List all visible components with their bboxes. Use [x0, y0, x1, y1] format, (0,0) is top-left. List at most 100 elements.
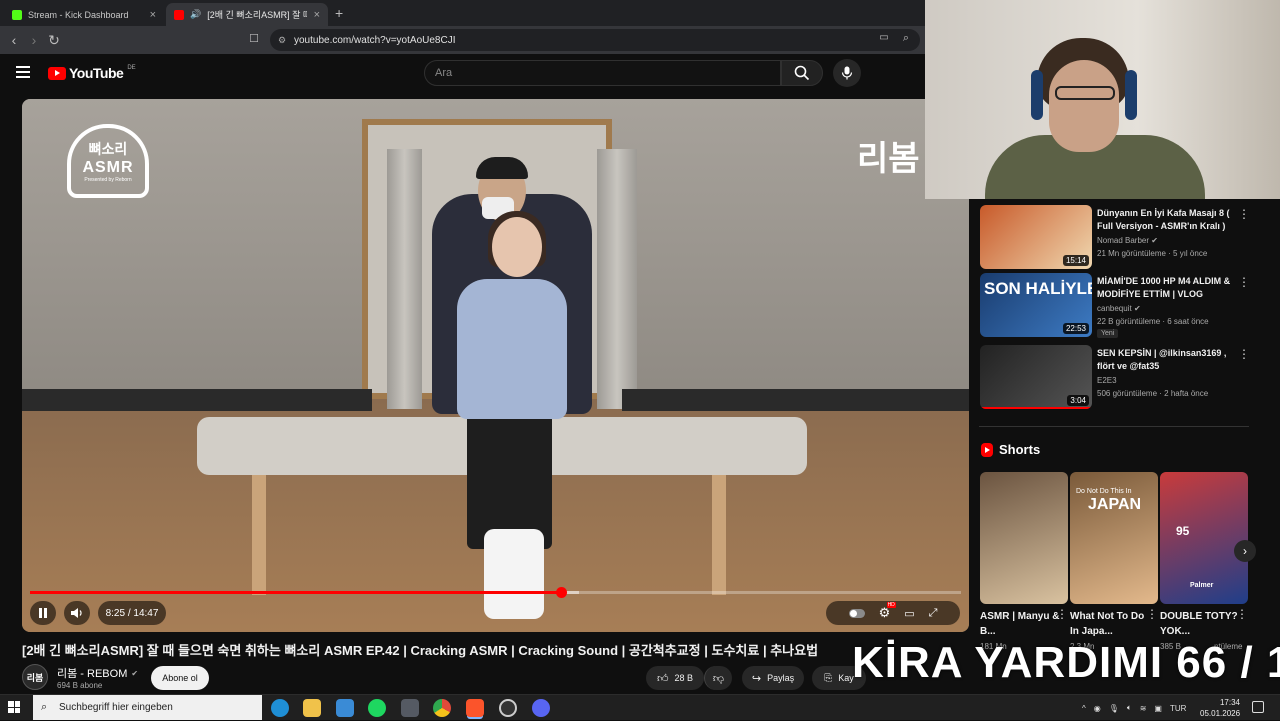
site-info-icon[interactable]: ⚙ [278, 35, 286, 46]
channel-avatar[interactable]: 리봄 [22, 664, 48, 690]
video-thumbnail[interactable]: 15:14 [980, 205, 1092, 269]
more-options-icon[interactable]: ⋮ [1238, 207, 1250, 221]
volume-icon[interactable]: 🔈︎ [1127, 703, 1132, 713]
address-bar[interactable]: ⚙ youtube.com/watch?v=yotAoUe8CJI [270, 29, 920, 51]
windows-taskbar: ⌕ Suchbegriff hier eingeben ^ ◉ 🎙︎ 🔈︎ ≋ … [0, 694, 1280, 720]
taskbar-search-input[interactable]: ⌕ Suchbegriff hier eingeben [33, 695, 262, 720]
search-button[interactable] [781, 60, 823, 86]
verified-icon: ✔ [131, 668, 139, 678]
recommendation-channel[interactable]: E2E3 [1097, 376, 1117, 385]
discord-icon[interactable] [532, 699, 550, 717]
short-title[interactable]: DOUBLE TOTY? YOK... [1160, 609, 1240, 639]
like-button[interactable]: 👍︎ 28 B [646, 666, 704, 690]
video-player[interactable]: 뼈소리 ASMR Presented by Reborn 리봄 8:25 / 1… [22, 99, 969, 632]
thumbs-down-icon: 👎︎ [712, 672, 725, 685]
theater-mode-icon[interactable]: ▭ [904, 607, 914, 620]
tab-kick-dashboard[interactable]: Stream - Kick Dashboard × [4, 3, 164, 26]
more-options-icon[interactable]: ⋮ [1238, 347, 1250, 361]
shield-icon[interactable]: ◉ [1094, 704, 1101, 713]
shorts-next-button[interactable]: › [1234, 540, 1256, 562]
short-card[interactable]: Do Not Do This In JAPAN [1070, 472, 1158, 604]
short-card[interactable]: 95 Palmer [1160, 472, 1248, 604]
short-card[interactable] [980, 472, 1068, 604]
recommendation-title[interactable]: MİAMİ'DE 1000 HP M4 ALDIM & MODİFİYE ETT… [1097, 275, 1232, 301]
search-input[interactable]: Ara [424, 60, 781, 86]
recommendation-title[interactable]: Dünyanın En İyi Kafa Masajı 8 ( Full Ver… [1097, 207, 1232, 233]
zoom-icon[interactable]: ⌕ [898, 32, 914, 45]
camera-icon[interactable]: ▣ [1154, 704, 1162, 713]
video-frame-patient [457, 279, 567, 419]
bookmark-icon[interactable]: ☐ [246, 32, 262, 45]
time-display: 8:25 / 14:47 [98, 601, 166, 625]
recommendation-item[interactable]: 3:04 SEN KEPSİN | @ilkinsan3169 , flört … [979, 339, 1250, 409]
dislike-button[interactable]: 👎︎ [704, 666, 732, 690]
recommendation-item[interactable]: SON HALİYLE 22:53 MİAMİ'DE 1000 HP M4 AL… [979, 267, 1250, 338]
short-top-text: Do Not Do This In [1076, 488, 1132, 495]
microphone-icon [841, 66, 853, 80]
microphone-icon[interactable]: 🎙︎ [1109, 704, 1119, 713]
recommendation-channel[interactable]: Nomad Barber ✔ [1097, 236, 1158, 245]
recommendation-channel[interactable]: canbequit ✔ [1097, 304, 1141, 313]
tab-youtube-video[interactable]: 🔊 [2배 긴 뼈소리ASMR] 잘 때 들 × [166, 3, 328, 26]
forward-icon[interactable]: › [26, 32, 42, 48]
spotify-icon[interactable] [368, 699, 386, 717]
video-frame-table-leg [712, 475, 726, 595]
obs-icon[interactable] [499, 699, 517, 717]
video-thumbnail[interactable]: 3:04 [980, 345, 1092, 409]
store-icon[interactable] [336, 699, 354, 717]
recommendation-item[interactable]: 15:14 Dünyanın En İyi Kafa Masajı 8 ( Fu… [979, 199, 1250, 269]
calculator-icon[interactable] [401, 699, 419, 717]
voice-search-button[interactable] [833, 59, 861, 87]
more-options-icon[interactable]: ⋮ [1236, 607, 1248, 621]
settings-icon[interactable]: ⚙ HD [879, 602, 896, 621]
close-icon[interactable]: × [150, 9, 156, 21]
file-explorer-icon[interactable] [303, 699, 321, 717]
new-tab-button[interactable]: + [335, 5, 343, 21]
search-icon: ⌕ [41, 701, 48, 713]
fullscreen-icon[interactable]: ⤢ [929, 607, 938, 620]
verified-icon: ✔ [1151, 236, 1158, 245]
shorts-icon [981, 442, 993, 457]
progress-bar[interactable] [30, 587, 961, 598]
short-title[interactable]: ASMR | Manyu & B... [980, 609, 1060, 639]
short-overlay-text: 95 [1176, 524, 1190, 538]
notification-icon[interactable] [1252, 701, 1264, 713]
short-badge-text: Palmer [1190, 582, 1214, 589]
share-icon: ↪ [751, 672, 762, 685]
more-options-icon[interactable]: ⋮ [1056, 607, 1068, 621]
subscribe-button[interactable]: Abone ol [151, 666, 209, 690]
video-thumbnail[interactable]: SON HALİYLE 22:53 [980, 273, 1092, 337]
channel-name[interactable]: 리봄 - REBOM ✔ [57, 665, 138, 681]
system-clock[interactable]: 17:34 05.01.2026 [1200, 697, 1240, 719]
video-frame-socks [484, 529, 544, 619]
chevron-up-icon[interactable]: ^ [1082, 704, 1086, 713]
verified-icon: ✔ [1133, 304, 1141, 313]
thumbs-up-icon: 👍︎ [656, 672, 669, 685]
progress-scrubber[interactable] [555, 587, 567, 598]
short-title[interactable]: What Not To Do In Japa... [1070, 609, 1150, 639]
network-icon[interactable]: ≋ [1140, 704, 1147, 713]
back-icon[interactable]: ‹ [6, 32, 22, 48]
volume-button[interactable] [64, 601, 90, 625]
brave-icon[interactable] [466, 699, 484, 717]
headset-icon [1125, 70, 1137, 120]
pause-button[interactable] [30, 601, 56, 625]
clock-date: 05.01.2026 [1200, 709, 1241, 718]
hamburger-menu-icon[interactable] [16, 66, 30, 78]
more-options-icon[interactable]: ⋮ [1238, 275, 1250, 289]
recommendation-title[interactable]: SEN KEPSİN | @ilkinsan3169 , flört ve @f… [1097, 347, 1232, 373]
language-indicator[interactable]: TUR [1170, 704, 1186, 713]
shorts-heading-text: Shorts [999, 442, 1041, 457]
share-button[interactable]: ↪ Paylaş [742, 666, 804, 690]
more-options-icon[interactable]: ⋮ [1146, 607, 1158, 621]
share-label: Paylaş [767, 673, 795, 683]
windows-start-icon[interactable] [8, 701, 20, 713]
chrome-icon[interactable] [433, 699, 451, 717]
speaker-icon[interactable]: 🔊 [190, 9, 201, 20]
edge-icon[interactable] [271, 699, 289, 717]
close-icon[interactable]: × [314, 9, 320, 21]
reload-icon[interactable]: ↻ [46, 32, 62, 49]
youtube-logo[interactable]: YouTube DE [48, 65, 136, 81]
cast-icon[interactable]: ▭ [876, 32, 892, 43]
autoplay-toggle[interactable] [848, 608, 865, 618]
